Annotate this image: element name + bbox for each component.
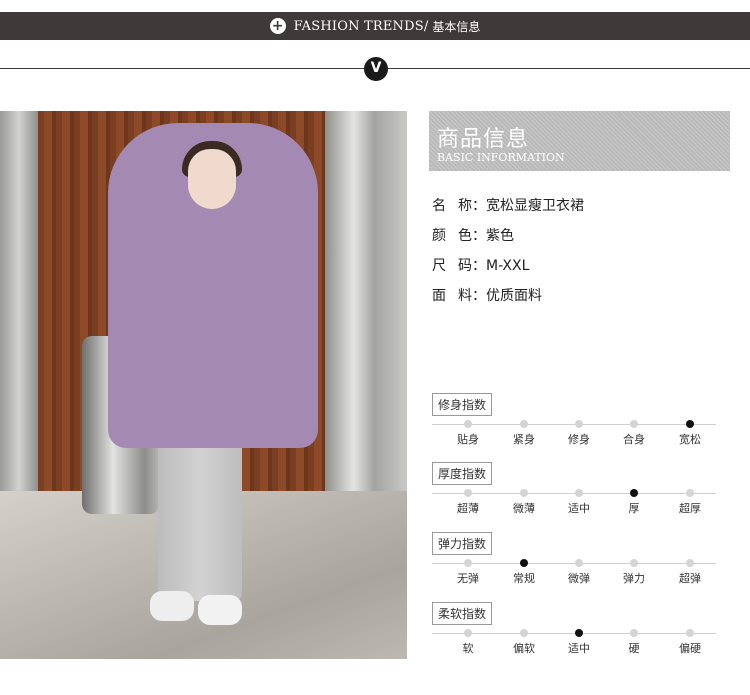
scale-option: 偏硬 bbox=[679, 642, 701, 655]
scale-dot bbox=[520, 489, 528, 497]
scale-option: 弹力 bbox=[623, 572, 645, 585]
scale-thickness: 厚度指数 超薄 微薄 适中 厚 超厚 bbox=[432, 462, 716, 515]
spec-key: 名 称 bbox=[432, 198, 472, 214]
info-header: 商品信息 BASIC INFORMATION bbox=[429, 111, 730, 171]
scale-dot bbox=[686, 489, 694, 497]
scale-option: 紧身 bbox=[513, 433, 535, 446]
scale-label: 弹力指数 bbox=[432, 532, 493, 555]
scale-dot bbox=[575, 489, 583, 497]
scale-line bbox=[432, 563, 716, 564]
scale-softness: 柔软指数 软 偏软 适中 硬 偏硬 bbox=[432, 602, 716, 655]
spec-fabric: 面 料：优质面料 bbox=[432, 285, 542, 305]
spec-color: 颜 色：紫色 bbox=[432, 225, 514, 245]
scale-dot-selected bbox=[575, 629, 583, 637]
scale-dot bbox=[464, 629, 472, 637]
spec-key: 尺 码 bbox=[432, 258, 472, 274]
scale-dot bbox=[686, 629, 694, 637]
scale-dot bbox=[464, 559, 472, 567]
scale-option: 宽松 bbox=[679, 433, 701, 446]
scale-option: 软 bbox=[462, 642, 474, 655]
scale-option: 常规 bbox=[513, 572, 535, 585]
header-title: 基本信息 bbox=[432, 19, 481, 34]
header-brand: FASHION TRENDS/ bbox=[293, 18, 429, 34]
scale-option: 无弹 bbox=[457, 572, 479, 585]
scale-option: 微弹 bbox=[568, 572, 590, 585]
scale-dot-selected bbox=[686, 420, 694, 428]
scale-label: 厚度指数 bbox=[432, 462, 493, 485]
scale-dot bbox=[630, 420, 638, 428]
chevron-down-icon: V bbox=[364, 57, 388, 81]
scale-option: 合身 bbox=[623, 433, 645, 446]
spec-value: 紫色 bbox=[486, 228, 514, 244]
product-photo bbox=[0, 111, 407, 659]
scale-option: 贴身 bbox=[457, 433, 479, 446]
scale-dot bbox=[464, 420, 472, 428]
plus-icon: + bbox=[269, 18, 286, 34]
scale-option: 适中 bbox=[568, 502, 590, 515]
scale-label: 柔软指数 bbox=[432, 602, 493, 625]
scale-dot-selected bbox=[630, 489, 638, 497]
scale-dot bbox=[575, 420, 583, 428]
spec-key: 颜 色 bbox=[432, 228, 472, 244]
scale-dot-selected bbox=[520, 559, 528, 567]
scale-dot bbox=[520, 629, 528, 637]
scale-line bbox=[432, 633, 716, 634]
info-title-en: BASIC INFORMATION bbox=[437, 151, 565, 164]
scale-dot bbox=[630, 559, 638, 567]
scale-fit: 修身指数 贴身 紧身 修身 合身 宽松 bbox=[432, 393, 716, 446]
scale-option: 厚 bbox=[628, 502, 640, 515]
scale-line bbox=[432, 493, 716, 494]
scale-option: 超厚 bbox=[679, 502, 701, 515]
scale-elasticity: 弹力指数 无弹 常规 微弹 弹力 超弹 bbox=[432, 532, 716, 585]
spec-size: 尺 码：M-XXL bbox=[432, 255, 529, 275]
spec-name: 名 称：宽松显瘦卫衣裙 bbox=[432, 195, 584, 215]
scale-line bbox=[432, 424, 716, 425]
scale-option: 偏软 bbox=[513, 642, 535, 655]
scale-dot bbox=[630, 629, 638, 637]
scale-option: 修身 bbox=[568, 433, 590, 446]
spec-value: 优质面料 bbox=[486, 288, 542, 304]
scale-option: 微薄 bbox=[513, 502, 535, 515]
info-title-zh: 商品信息 bbox=[437, 127, 530, 152]
spec-value: M-XXL bbox=[486, 258, 530, 274]
scale-option: 硬 bbox=[628, 642, 640, 655]
scale-option: 适中 bbox=[568, 642, 590, 655]
spec-key: 面 料 bbox=[432, 288, 472, 304]
spec-value: 宽松显瘦卫衣裙 bbox=[486, 198, 584, 214]
scale-option: 超薄 bbox=[457, 502, 479, 515]
scale-dot bbox=[464, 489, 472, 497]
scale-dot bbox=[686, 559, 694, 567]
scale-label: 修身指数 bbox=[432, 393, 493, 416]
header-bar: + FASHION TRENDS/ 基本信息 bbox=[0, 12, 750, 40]
scale-dot bbox=[520, 420, 528, 428]
scale-dot bbox=[575, 559, 583, 567]
scale-option: 超弹 bbox=[679, 572, 701, 585]
